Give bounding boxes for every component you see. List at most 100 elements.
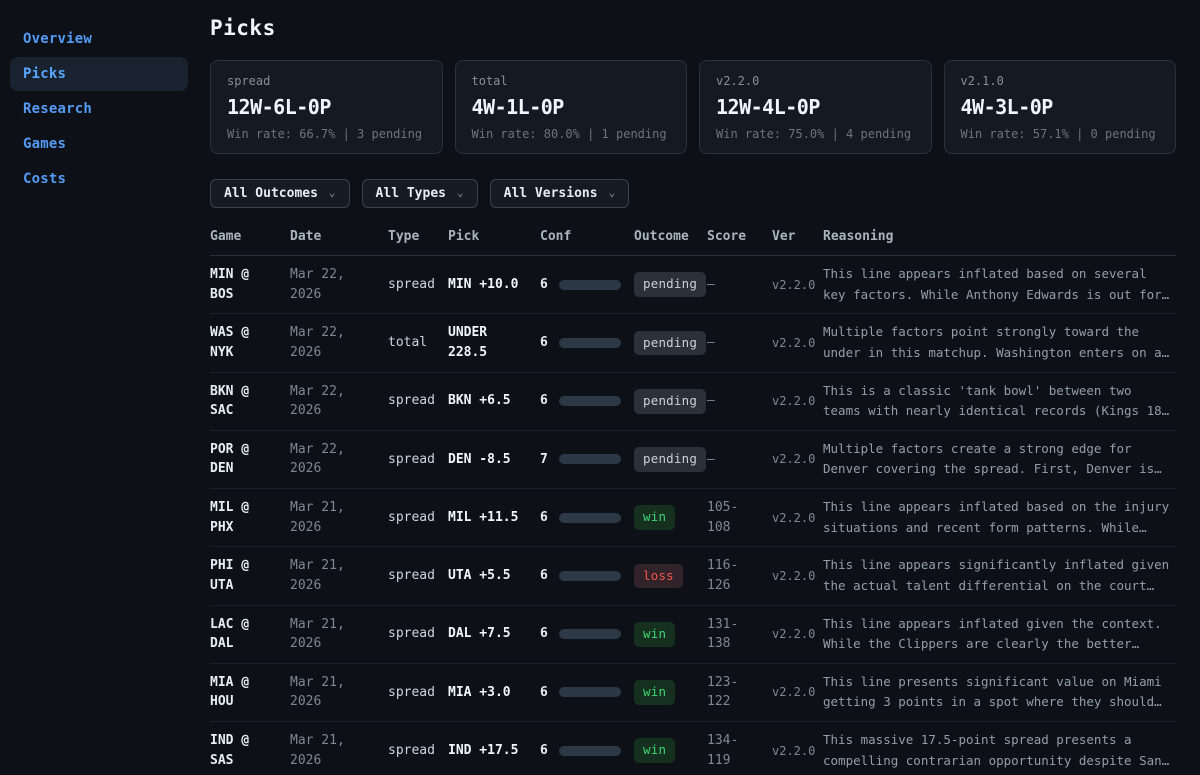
cell-pick: UNDER 228.5 xyxy=(448,323,540,362)
cell-score: 134-119 xyxy=(707,731,772,770)
cell-score: – xyxy=(707,391,772,411)
table-row[interactable]: WAS @ NYK Mar 22, 2026 total UNDER 228.5… xyxy=(210,314,1176,372)
cell-date: Mar 21, 2026 xyxy=(290,615,388,654)
stat-card-value: 4W-3L-0P xyxy=(961,95,1160,119)
table-row[interactable]: MIL @ PHX Mar 21, 2026 spread MIL +11.5 … xyxy=(210,489,1176,547)
cell-reasoning: This line appears significantly inflated… xyxy=(823,555,1176,596)
conf-value: 6 xyxy=(540,508,548,528)
outcome-badge: loss xyxy=(634,564,683,589)
cell-outcome: win xyxy=(634,622,707,647)
cell-outcome: win xyxy=(634,505,707,530)
stat-card-value: 4W-1L-0P xyxy=(472,95,671,119)
conf-bar xyxy=(559,746,621,756)
outcome-badge: pending xyxy=(634,447,706,472)
versions-filter[interactable]: All Versions ⌄ xyxy=(490,179,630,208)
cell-conf: 6 xyxy=(540,391,634,411)
sidebar-item-research[interactable]: Research xyxy=(10,92,188,126)
sidebar-item-picks[interactable]: Picks xyxy=(10,57,188,91)
cell-type: total xyxy=(388,333,448,353)
stat-card: total 4W-1L-0P Win rate: 80.0% | 1 pendi… xyxy=(455,60,688,154)
types-filter[interactable]: All Types ⌄ xyxy=(362,179,478,208)
table-row[interactable]: BKN @ SAC Mar 22, 2026 spread BKN +6.5 6… xyxy=(210,373,1176,431)
cell-outcome: pending xyxy=(634,272,707,297)
table-row[interactable]: PHI @ UTA Mar 21, 2026 spread UTA +5.5 6… xyxy=(210,547,1176,605)
cell-date: Mar 22, 2026 xyxy=(290,440,388,479)
sidebar: OverviewPicksResearchGamesCosts xyxy=(0,0,198,775)
table-row[interactable]: POR @ DEN Mar 22, 2026 spread DEN -8.5 7… xyxy=(210,431,1176,489)
cell-date: Mar 22, 2026 xyxy=(290,323,388,362)
cell-outcome: pending xyxy=(634,331,707,356)
cell-score: 131-138 xyxy=(707,615,772,654)
cell-date: Mar 22, 2026 xyxy=(290,382,388,421)
cell-type: spread xyxy=(388,624,448,644)
table-row[interactable]: MIA @ HOU Mar 21, 2026 spread MIA +3.0 6… xyxy=(210,664,1176,722)
column-header-reasoning: Reasoning xyxy=(823,229,1176,244)
conf-bar xyxy=(559,513,621,523)
outcome-badge: win xyxy=(634,738,675,763)
cell-version: v2.2.0 xyxy=(772,567,823,585)
conf-bar xyxy=(559,280,621,290)
cell-reasoning: This massive 17.5-point spread presents … xyxy=(823,730,1176,771)
conf-bar xyxy=(559,396,621,406)
chevron-down-icon: ⌄ xyxy=(329,186,336,199)
column-header-pick: Pick xyxy=(448,229,540,244)
cell-reasoning: This line appears inflated given the con… xyxy=(823,614,1176,655)
stat-card: v2.2.0 12W-4L-0P Win rate: 75.0% | 4 pen… xyxy=(699,60,932,154)
outcome-badge: win xyxy=(634,622,675,647)
stat-card-label: spread xyxy=(227,74,426,88)
cell-date: Mar 21, 2026 xyxy=(290,556,388,595)
conf-value: 6 xyxy=(540,566,548,586)
conf-value: 6 xyxy=(540,333,548,353)
table-body: MIN @ BOS Mar 22, 2026 spread MIN +10.0 … xyxy=(210,256,1176,775)
cell-pick: IND +17.5 xyxy=(448,741,540,761)
column-header-game: Game xyxy=(210,229,290,244)
sidebar-item-overview[interactable]: Overview xyxy=(10,22,188,56)
cell-conf: 6 xyxy=(540,333,634,353)
conf-value: 6 xyxy=(540,275,548,295)
cell-conf: 6 xyxy=(540,275,634,295)
cell-type: spread xyxy=(388,683,448,703)
cell-reasoning: This is a classic 'tank bowl' between tw… xyxy=(823,381,1176,422)
stat-card-label: v2.2.0 xyxy=(716,74,915,88)
sidebar-nav: OverviewPicksResearchGamesCosts xyxy=(10,22,188,196)
table-row[interactable]: LAC @ DAL Mar 21, 2026 spread DAL +7.5 6… xyxy=(210,606,1176,664)
filter-value: All Versions xyxy=(504,186,598,201)
outcome-badge: pending xyxy=(634,389,706,414)
cell-game: IND @ SAS xyxy=(210,731,290,770)
outcomes-filter[interactable]: All Outcomes ⌄ xyxy=(210,179,350,208)
column-header-conf: Conf xyxy=(540,229,634,244)
stat-card-subtext: Win rate: 80.0% | 1 pending xyxy=(472,127,671,141)
conf-value: 6 xyxy=(540,391,548,411)
sidebar-item-costs[interactable]: Costs xyxy=(10,162,188,196)
table-row[interactable]: MIN @ BOS Mar 22, 2026 spread MIN +10.0 … xyxy=(210,256,1176,314)
cell-score: 116-126 xyxy=(707,556,772,595)
stat-card-label: v2.1.0 xyxy=(961,74,1160,88)
cell-reasoning: Multiple factors point strongly toward t… xyxy=(823,322,1176,363)
cell-version: v2.2.0 xyxy=(772,625,823,643)
cell-game: MIA @ HOU xyxy=(210,673,290,712)
cell-conf: 6 xyxy=(540,508,634,528)
table-row[interactable]: IND @ SAS Mar 21, 2026 spread IND +17.5 … xyxy=(210,722,1176,775)
cell-type: spread xyxy=(388,450,448,470)
cell-game: PHI @ UTA xyxy=(210,556,290,595)
cell-type: spread xyxy=(388,275,448,295)
outcome-badge: pending xyxy=(634,272,706,297)
cell-pick: MIL +11.5 xyxy=(448,508,540,528)
cell-outcome: loss xyxy=(634,564,707,589)
cell-conf: 6 xyxy=(540,683,634,703)
column-header-outcome: Outcome xyxy=(634,229,707,244)
cell-game: MIL @ PHX xyxy=(210,498,290,537)
cell-date: Mar 21, 2026 xyxy=(290,731,388,770)
cell-version: v2.2.0 xyxy=(772,450,823,468)
cell-conf: 7 xyxy=(540,450,634,470)
stat-card: v2.1.0 4W-3L-0P Win rate: 57.1% | 0 pend… xyxy=(944,60,1177,154)
cell-date: Mar 21, 2026 xyxy=(290,673,388,712)
cell-type: spread xyxy=(388,741,448,761)
cell-game: MIN @ BOS xyxy=(210,265,290,304)
sidebar-item-games[interactable]: Games xyxy=(10,127,188,161)
stat-card-label: total xyxy=(472,74,671,88)
picks-table: GameDateTypePickConfOutcomeScoreVerReaso… xyxy=(210,220,1176,775)
stat-card-subtext: Win rate: 66.7% | 3 pending xyxy=(227,127,426,141)
stat-card: spread 12W-6L-0P Win rate: 66.7% | 3 pen… xyxy=(210,60,443,154)
stat-card-value: 12W-6L-0P xyxy=(227,95,426,119)
